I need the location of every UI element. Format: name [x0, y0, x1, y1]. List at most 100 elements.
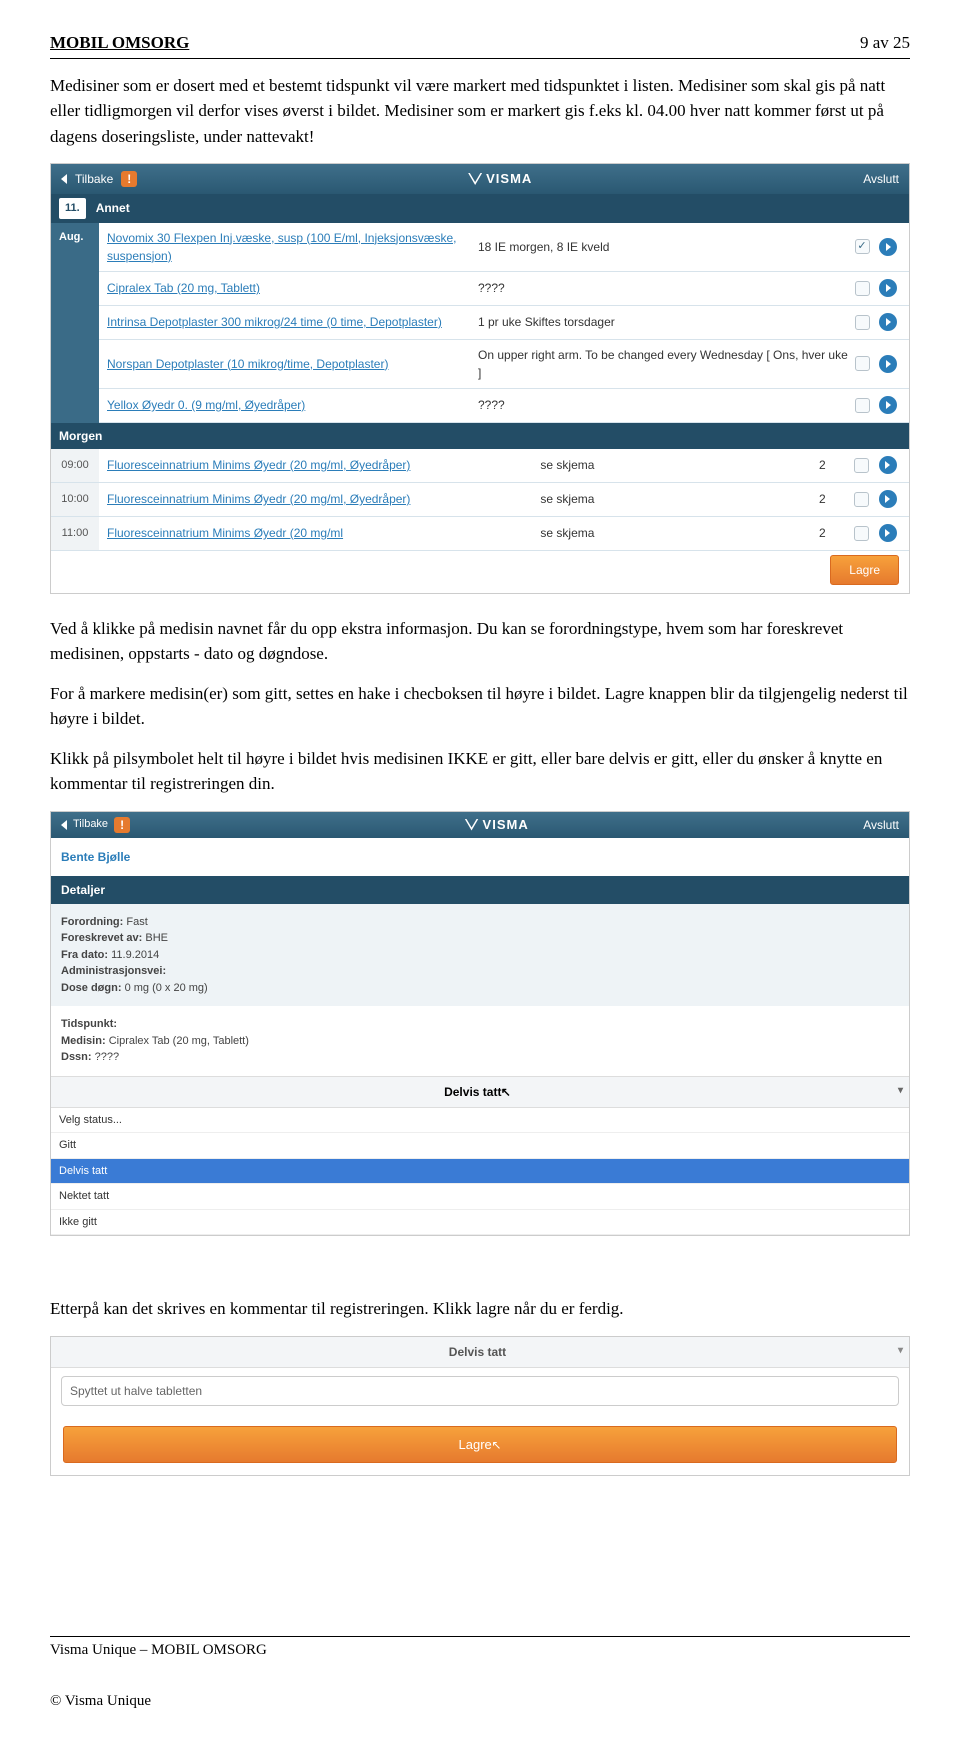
paragraph-2: Ved å klikke på medisin navnet får du op… — [50, 616, 910, 667]
dose-count: 2 — [819, 456, 849, 474]
info-key: Medisin: — [61, 1035, 106, 1047]
status-option[interactable]: Delvis tatt — [51, 1159, 909, 1185]
paragraph-3: For å markere medisin(er) som gitt, sett… — [50, 681, 910, 732]
back-icon[interactable] — [61, 174, 67, 184]
time-label: 11:00 — [51, 517, 99, 551]
back-button[interactable]: Tilbake — [75, 170, 113, 188]
medicine-name[interactable]: Novomix 30 Flexpen Inj.væske, susp (100 … — [107, 229, 478, 265]
status-header[interactable]: Delvis tatt ▾ — [51, 1337, 909, 1368]
given-checkbox[interactable] — [855, 281, 870, 296]
meta-key: Forordning: — [61, 916, 123, 928]
medicine-row: Yellox Øyedr 0. (9 mg/ml, Øyedråper)???? — [99, 389, 909, 423]
time-label: 09:00 — [51, 449, 99, 483]
arrow-detail-icon[interactable] — [879, 490, 897, 508]
medicine-row: Intrinsa Depotplaster 300 mikrog/24 time… — [99, 306, 909, 340]
status-option[interactable]: Velg status... — [51, 1108, 909, 1134]
paragraph-5: Etterpå kan det skrives en kommentar til… — [50, 1296, 910, 1322]
back-button[interactable]: Tilbake — [73, 816, 108, 833]
given-checkbox[interactable] — [854, 526, 869, 541]
medicine-name[interactable]: Intrinsa Depotplaster 300 mikrog/24 time… — [107, 313, 478, 331]
arrow-detail-icon[interactable] — [879, 396, 897, 414]
medicine-name[interactable]: Fluoresceinnatrium Minims Øyedr (20 mg/m… — [107, 524, 540, 542]
chevron-down-icon: ▾ — [898, 1343, 903, 1358]
status-option[interactable]: Ikke gitt — [51, 1210, 909, 1236]
medicine-row: Cipralex Tab (20 mg, Tablett)???? — [99, 272, 909, 306]
patient-name[interactable]: Bente Bjølle — [51, 838, 909, 876]
lagre-button[interactable]: Lagre — [830, 555, 899, 585]
morgen-header: Morgen — [51, 423, 909, 449]
arrow-detail-icon[interactable] — [879, 279, 897, 297]
status-select[interactable]: Delvis tatt ↖ ▾ — [51, 1076, 909, 1108]
medicine-note: 1 pr uke Skiftes torsdager — [478, 313, 849, 331]
medicine-row: Novomix 30 Flexpen Inj.væske, susp (100 … — [99, 223, 909, 272]
given-checkbox[interactable] — [855, 315, 870, 330]
meta-value: 0 mg (0 x 20 mg) — [125, 982, 208, 994]
status-option[interactable]: Nektet tatt — [51, 1184, 909, 1210]
medicine-name[interactable]: Cipralex Tab (20 mg, Tablett) — [107, 279, 478, 297]
status-select-label: Delvis tatt — [444, 1085, 501, 1099]
medicine-name[interactable]: Yellox Øyedr 0. (9 mg/ml, Øyedråper) — [107, 396, 478, 414]
visma-logo: VISMA — [468, 169, 532, 189]
end-button[interactable]: Avslutt — [863, 816, 899, 834]
comment-input[interactable]: Spyttet ut halve tabletten — [61, 1376, 899, 1406]
medicine-note: se skjema — [540, 524, 819, 542]
given-checkbox[interactable] — [855, 239, 870, 254]
info-key: Tidspunkt: — [61, 1018, 117, 1030]
meta-key: Dose døgn: — [61, 982, 122, 994]
section-header: 11. Annet — [51, 194, 909, 223]
meta-value: 11.9.2014 — [111, 949, 159, 961]
given-checkbox[interactable] — [855, 398, 870, 413]
doc-title: MOBIL OMSORG — [50, 30, 189, 56]
medicine-name[interactable]: Fluoresceinnatrium Minims Øyedr (20 mg/m… — [107, 490, 540, 508]
section-annet: Annet — [96, 199, 130, 217]
meta-key: Administrasjonsvei: — [61, 965, 166, 977]
arrow-detail-icon[interactable] — [879, 355, 897, 373]
paragraph-4: Klikk på pilsymbolet helt til høyre i bi… — [50, 746, 910, 797]
chevron-down-icon: ▾ — [898, 1083, 903, 1098]
details-header: Detaljer — [51, 876, 909, 904]
details-info: Tidspunkt: Medisin: Cipralex Tab (20 mg,… — [51, 1006, 909, 1076]
cursor-icon: ↖ — [491, 1436, 501, 1454]
arrow-detail-icon[interactable] — [879, 313, 897, 331]
lagre-button-label: Lagre — [459, 1437, 492, 1452]
screenshot-comment: Delvis tatt ▾ Spyttet ut halve tabletten… — [50, 1336, 910, 1477]
status-header-label: Delvis tatt — [449, 1345, 506, 1359]
medicine-row: Fluoresceinnatrium Minims Øyedr (20 mg/m… — [99, 449, 909, 483]
back-icon[interactable] — [61, 820, 67, 830]
alert-icon[interactable]: ! — [121, 171, 137, 187]
screenshot-details: Tilbake ! VISMA Avslutt Bente Bjølle Det… — [50, 811, 910, 1237]
lagre-button[interactable]: Lagre ↖ — [63, 1426, 897, 1464]
month-label: Aug. — [51, 223, 99, 423]
meta-key: Foreskrevet av: — [61, 932, 142, 944]
page-number: 9 av 25 — [860, 30, 910, 56]
end-button[interactable]: Avslutt — [863, 170, 899, 188]
arrow-detail-icon[interactable] — [879, 238, 897, 256]
medicine-row: Fluoresceinnatrium Minims Øyedr (20 mg/m… — [99, 517, 909, 551]
given-checkbox[interactable] — [854, 492, 869, 507]
info-key: Dssn: — [61, 1051, 92, 1063]
arrow-detail-icon[interactable] — [879, 524, 897, 542]
medicine-row: Fluoresceinnatrium Minims Øyedr (20 mg/m… — [99, 483, 909, 517]
alert-icon[interactable]: ! — [114, 817, 130, 833]
app-header-2: Tilbake ! VISMA Avslutt — [51, 812, 909, 838]
given-checkbox[interactable] — [855, 356, 870, 371]
given-checkbox[interactable] — [854, 458, 869, 473]
doc-footer: Visma Unique – MOBIL OMSORG © Visma Uniq… — [50, 1636, 910, 1712]
meta-value: Fast — [126, 916, 147, 928]
footer-line: Visma Unique – MOBIL OMSORG — [50, 1636, 910, 1662]
meta-key: Fra dato: — [61, 949, 108, 961]
info-value: ???? — [95, 1051, 119, 1063]
meta-value: BHE — [145, 932, 168, 944]
medicine-name[interactable]: Fluoresceinnatrium Minims Øyedr (20 mg/m… — [107, 456, 540, 474]
medicine-note: se skjema — [540, 456, 819, 474]
medicine-note: ???? — [478, 279, 849, 297]
medicine-note: 18 IE morgen, 8 IE kveld — [478, 238, 849, 256]
medicine-name[interactable]: Norspan Depotplaster (10 mikrog/time, De… — [107, 355, 478, 373]
status-option[interactable]: Gitt — [51, 1133, 909, 1159]
paragraph-1: Medisiner som er dosert med et bestemt t… — [50, 73, 910, 150]
dose-count: 2 — [819, 490, 849, 508]
time-label: 10:00 — [51, 483, 99, 517]
medicine-note: se skjema — [540, 490, 819, 508]
medicine-row: Norspan Depotplaster (10 mikrog/time, De… — [99, 340, 909, 389]
arrow-detail-icon[interactable] — [879, 456, 897, 474]
